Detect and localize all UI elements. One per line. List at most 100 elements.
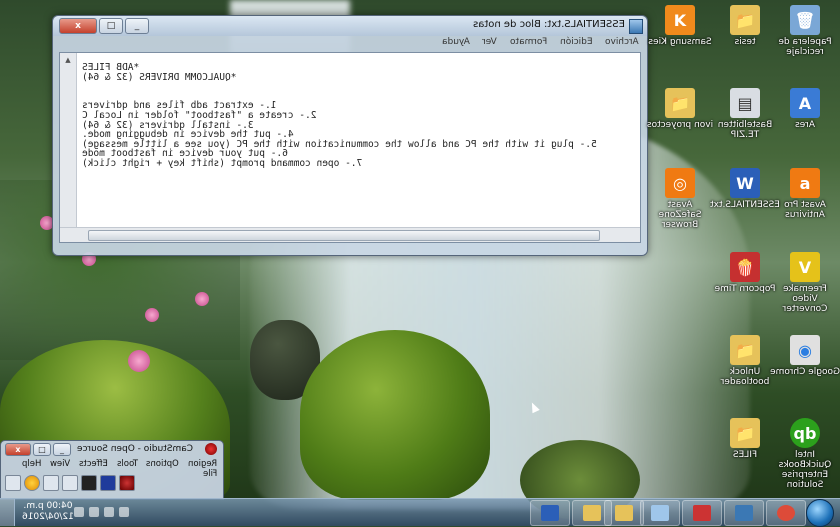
taskbar-button-media[interactable] [724, 500, 764, 526]
folder-icon [583, 505, 601, 521]
autopan-icon[interactable] [24, 475, 40, 491]
desktop-icon-quickbooks[interactable]: qb Intel QuickBooks Enterprise Solution [770, 418, 840, 490]
icon-label: ivon proyectos [646, 120, 714, 130]
camstudio-icon [693, 505, 711, 521]
desktop-icon-essentials[interactable]: W ESSENTIALS.txt [710, 168, 780, 210]
media-icon [735, 505, 753, 521]
kies-icon: K [665, 5, 695, 35]
taskbar-button-explorer[interactable] [604, 500, 644, 526]
tray-expand-icon[interactable] [119, 507, 129, 517]
window-controls: x □ _ [59, 18, 149, 34]
desktop-icon-avast[interactable]: a Avast Pro Antivirus [770, 168, 840, 220]
flag-icon[interactable] [104, 507, 114, 517]
menu-view[interactable]: View [50, 459, 70, 469]
maximize-button[interactable]: □ [99, 18, 123, 34]
desktop-icon-freemake[interactable]: V Freemake Video Converter [770, 252, 840, 314]
menu-file[interactable]: File [203, 469, 217, 479]
desktop-icon-recycle-bin[interactable]: 🗑 Papelera de reciclaje [770, 5, 840, 57]
camstudio-title: CamStudio - Open Source [76, 444, 193, 454]
start-button[interactable] [806, 499, 834, 527]
icon-label: Freemake Video Converter [782, 284, 828, 314]
taskbar-button-word[interactable] [530, 500, 570, 526]
icon-label: Papelera de reciclaje [778, 37, 832, 57]
taskbar-button-notepad[interactable] [640, 500, 680, 526]
scroll-thumb[interactable] [88, 230, 600, 241]
desktop-icon-files[interactable]: 📁 FILES [710, 418, 780, 460]
icon-label: Avast Pro Antivirus [784, 200, 826, 220]
folder-icon: 📁 [730, 418, 760, 448]
icon-label: ESSENTIALS.txt [710, 200, 780, 210]
icon-label: tesis [734, 37, 756, 47]
camstudio-maximize-button[interactable]: □ [33, 443, 51, 456]
notepad-menubar: Ayuda Ver Formato Edición Archivo [53, 37, 647, 51]
icon-label: Google Chrome [770, 367, 840, 377]
camstudio-window-controls: x □ _ [5, 443, 71, 456]
zip-icon: ▤ [730, 88, 760, 118]
annotation-tool-icon[interactable] [5, 475, 21, 491]
horizontal-scrollbar[interactable] [60, 227, 640, 242]
xnote-icon[interactable] [43, 475, 59, 491]
close-button[interactable]: x [59, 18, 97, 34]
camstudio-toolbar [5, 475, 135, 491]
volume-icon[interactable] [74, 507, 84, 517]
desktop-icon-popcorn-time[interactable]: 🍿 Popcorn Time [710, 252, 780, 294]
notepad-titlebar[interactable]: x □ _ ESSENTIALS.txt: Bloc de notas [53, 16, 647, 36]
icon-label: Ares [795, 120, 815, 130]
menu-help[interactable]: Help [22, 459, 41, 469]
word-doc-icon: W [730, 168, 760, 198]
icon-label: FILES [732, 450, 758, 460]
icon-label: Avast SafeZone Browser [658, 200, 702, 230]
menu-tools[interactable]: Tools [117, 459, 138, 469]
desktop-icon-zip[interactable]: ▤ Bastelbitten TE.ZIP [710, 88, 780, 140]
notepad-window[interactable]: x □ _ ESSENTIALS.txt: Bloc de notas Ayud… [52, 15, 648, 256]
notepad-icon [651, 505, 669, 521]
folder-icon: 📁 [730, 5, 760, 35]
minimize-button[interactable]: _ [125, 18, 149, 34]
folder-icon: 📁 [665, 88, 695, 118]
desktop-icon-safezone[interactable]: ◎ Avast SafeZone Browser [645, 168, 715, 230]
taskbar: 04:00 p.m. 12/04/2016 [0, 498, 840, 527]
network-icon[interactable] [89, 507, 99, 517]
text-line: *QUALCOMM DRIVERS (32 & 64) [82, 71, 237, 83]
stop-icon[interactable] [100, 475, 116, 491]
safezone-icon: ◎ [665, 168, 695, 198]
menu-format[interactable]: Formato [510, 37, 547, 47]
pause-icon[interactable] [81, 475, 97, 491]
camstudio-menubar: Help View Effects Tools Options Region F… [1, 459, 223, 479]
desktop-icon-samsung-kies[interactable]: K Samsung Kies [645, 5, 715, 47]
camstudio-minimize-button[interactable]: _ [53, 443, 71, 456]
menu-options[interactable]: Options [146, 459, 179, 469]
menu-region[interactable]: Region [188, 459, 217, 469]
show-desktop-button[interactable] [0, 499, 15, 526]
chrome-icon [777, 505, 795, 521]
icon-label: Popcorn Time [714, 284, 776, 294]
menu-file[interactable]: Archivo [605, 37, 639, 47]
menu-effects[interactable]: Effects [79, 459, 108, 469]
record-button-icon[interactable] [119, 475, 135, 491]
explorer-icon [615, 505, 633, 521]
taskbar-button-camstudio[interactable] [682, 500, 722, 526]
vertical-scrollbar[interactable]: ▲ [60, 53, 77, 228]
list-icon[interactable] [62, 475, 78, 491]
desktop-icon-chrome[interactable]: ◉ Google Chrome [770, 335, 840, 377]
wallpaper-moss-rock [300, 330, 490, 500]
icon-label: Samsung Kies [648, 37, 712, 47]
clock-date: 12/04/2016 [22, 512, 74, 522]
desktop-icon-unlock-bootloader[interactable]: 📁 Unlock bootloader [710, 335, 780, 387]
quickbooks-icon: qb [790, 418, 820, 448]
desktop-icon-ivon-proyectos[interactable]: 📁 ivon proyectos [645, 88, 715, 130]
menu-view[interactable]: Ver [482, 37, 497, 47]
scroll-up-arrow-icon[interactable]: ▲ [60, 53, 76, 67]
taskbar-clock[interactable]: 04:00 p.m. 12/04/2016 [22, 501, 74, 523]
wallpaper-flower [195, 292, 209, 306]
taskbar-button-chrome[interactable] [766, 500, 806, 526]
menu-edit[interactable]: Edición [560, 37, 593, 47]
desktop-icon-ares[interactable]: A Ares [770, 88, 840, 130]
menu-help[interactable]: Ayuda [442, 37, 470, 47]
camstudio-close-button[interactable]: x [5, 443, 31, 456]
icon-label: Intel QuickBooks Enterprise Solution [778, 450, 832, 490]
camstudio-window[interactable]: x □ _ CamStudio - Open Source Help View … [0, 440, 224, 500]
desktop-icon-tesis[interactable]: 📁 tesis [710, 5, 780, 47]
notepad-text-area[interactable]: ▲ *ADB FILES*QUALCOMM DRIVERS (32 & 64)​… [59, 52, 641, 243]
system-tray [74, 507, 129, 517]
